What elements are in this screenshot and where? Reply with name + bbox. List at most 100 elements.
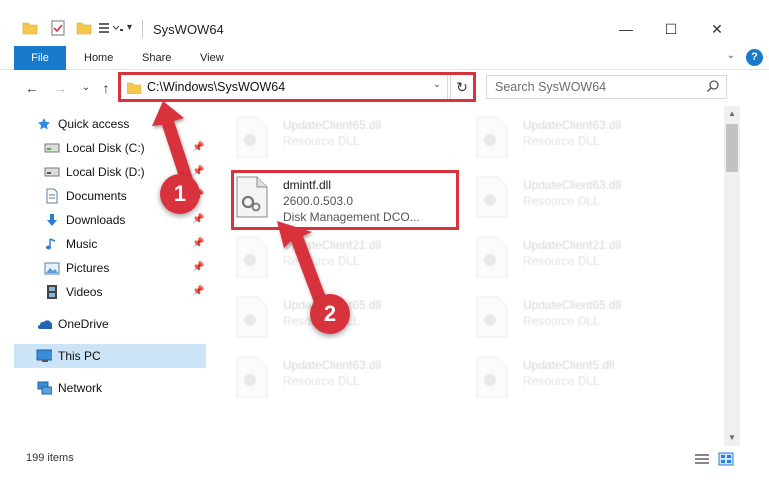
sidebar-item-label: Network bbox=[58, 381, 103, 395]
sidebar-item-onedrive[interactable]: OneDrive bbox=[14, 312, 206, 336]
sidebar-item-label: Music bbox=[66, 237, 98, 251]
folder-icon[interactable] bbox=[22, 20, 38, 39]
music-icon bbox=[44, 236, 60, 252]
recent-locations-button[interactable]: ⌄ bbox=[76, 78, 96, 98]
help-button[interactable]: ? bbox=[746, 49, 763, 66]
file-highlight-box bbox=[231, 170, 459, 230]
dll-file-icon bbox=[235, 356, 269, 398]
drive-icon bbox=[44, 140, 60, 156]
scrollbar-thumb[interactable] bbox=[726, 124, 738, 172]
file-item[interactable]: UpdateClient21.dll Resource DLL bbox=[215, 228, 445, 286]
sidebar-item-this-pc[interactable]: This PC bbox=[14, 344, 206, 368]
back-button[interactable]: ← bbox=[22, 78, 42, 98]
download-icon bbox=[44, 212, 60, 228]
documents-icon bbox=[44, 188, 60, 204]
large-icons-view-icon[interactable] bbox=[718, 452, 734, 466]
window-title: SysWOW64 bbox=[153, 22, 224, 37]
sidebar-item-music[interactable]: Music 📌 bbox=[14, 232, 206, 256]
scroll-down-icon[interactable]: ▼ bbox=[724, 430, 740, 446]
sidebar-item-label: Documents bbox=[66, 189, 127, 203]
file-name: UpdateClient5.dll bbox=[523, 358, 615, 372]
ribbon: File Home Share View ⌄ ? bbox=[0, 46, 769, 70]
step-1-badge: 1 bbox=[160, 174, 200, 214]
maximize-button[interactable]: ☐ bbox=[648, 14, 694, 44]
pin-icon[interactable]: 📌 bbox=[192, 214, 204, 225]
pin-icon[interactable]: 📌 bbox=[192, 262, 204, 273]
item-count: 199 items bbox=[26, 452, 74, 464]
search-box[interactable]: Search SysWOW64 bbox=[486, 75, 727, 99]
sidebar-item-label: Downloads bbox=[66, 213, 126, 227]
file-item[interactable]: UpdateClient65.dll Resource DLL bbox=[215, 108, 445, 166]
sidebar-item-label: Pictures bbox=[66, 261, 110, 275]
sidebar-item-videos[interactable]: Videos 📌 bbox=[14, 280, 206, 304]
title-bar: ▾ SysWOW64 — ☐ ✕ bbox=[0, 0, 769, 46]
tab-file[interactable]: File bbox=[14, 46, 66, 70]
file-name: UpdateClient63.dll bbox=[523, 178, 622, 192]
expand-ribbon-icon[interactable]: ⌄ bbox=[727, 50, 735, 61]
dll-file-icon bbox=[235, 116, 269, 158]
sidebar-item-label: This PC bbox=[58, 349, 101, 363]
file-name: UpdateClient63.dll bbox=[523, 118, 622, 132]
file-item[interactable]: UpdateClient5.dll Resource DLL bbox=[455, 348, 685, 406]
sidebar-item-label: Local Disk (C:) bbox=[66, 141, 145, 155]
search-input[interactable]: Search SysWOW64 bbox=[495, 80, 606, 94]
dll-file-icon bbox=[235, 296, 269, 338]
address-highlight-box bbox=[118, 72, 476, 102]
properties-icon[interactable] bbox=[50, 20, 66, 39]
file-item[interactable]: UpdateClient65.dll Resource DLL bbox=[455, 288, 685, 346]
file-name: UpdateClient21.dll bbox=[523, 238, 622, 252]
chevron-down-icon[interactable]: ▾ bbox=[127, 22, 132, 33]
drive-icon bbox=[44, 164, 60, 180]
minimize-button[interactable]: — bbox=[603, 14, 649, 44]
dll-file-icon bbox=[475, 356, 509, 398]
tab-home[interactable]: Home bbox=[84, 46, 113, 70]
file-name: UpdateClient65.dll bbox=[523, 298, 622, 312]
sidebar-item-quick-access[interactable]: Quick access bbox=[14, 112, 206, 136]
file-item[interactable]: UpdateClient63.dll Resource DLL bbox=[455, 108, 685, 166]
pin-icon[interactable]: 📌 bbox=[192, 286, 204, 297]
file-type: Resource DLL bbox=[283, 254, 360, 268]
sidebar-item-local-disk-c[interactable]: Local Disk (C:) 📌 bbox=[14, 136, 206, 160]
star-icon bbox=[36, 116, 52, 132]
new-folder-icon[interactable] bbox=[76, 20, 92, 39]
file-item[interactable]: UpdateClient63.dll Resource DLL bbox=[215, 348, 445, 406]
pin-icon[interactable]: 📌 bbox=[192, 238, 204, 249]
file-type: Resource DLL bbox=[523, 134, 600, 148]
file-item[interactable]: UpdateClient21.dll Resource DLL bbox=[455, 228, 685, 286]
pin-icon[interactable]: 📌 bbox=[192, 142, 204, 153]
videos-icon bbox=[44, 284, 60, 300]
file-type: Resource DLL bbox=[523, 194, 600, 208]
pictures-icon bbox=[44, 260, 60, 276]
dll-file-icon bbox=[475, 296, 509, 338]
file-type: Resource DLL bbox=[523, 314, 600, 328]
dll-file-icon bbox=[475, 176, 509, 218]
tab-share[interactable]: Share bbox=[142, 46, 171, 70]
sidebar-item-label: Videos bbox=[66, 285, 103, 299]
cloud-icon bbox=[36, 316, 52, 332]
file-type: Resource DLL bbox=[523, 254, 600, 268]
scroll-up-icon[interactable]: ▲ bbox=[724, 106, 740, 122]
up-button[interactable]: ↑ bbox=[96, 78, 116, 98]
file-item[interactable]: UpdateClient63.dll Resource DLL bbox=[455, 168, 685, 226]
title-separator bbox=[142, 20, 143, 38]
customize-toolbar-icon[interactable] bbox=[98, 20, 124, 39]
forward-button[interactable]: → bbox=[50, 78, 70, 98]
dll-file-icon bbox=[235, 236, 269, 278]
pin-icon[interactable]: 📌 bbox=[192, 166, 204, 177]
computer-icon bbox=[36, 348, 52, 364]
close-button[interactable]: ✕ bbox=[694, 14, 740, 44]
file-type: Resource DLL bbox=[283, 374, 360, 388]
sidebar-item-label: Quick access bbox=[58, 117, 130, 131]
file-name: UpdateClient65.dll bbox=[283, 118, 382, 132]
file-type: Resource DLL bbox=[283, 134, 360, 148]
dll-file-icon bbox=[475, 116, 509, 158]
sidebar-item-network[interactable]: Network bbox=[14, 376, 206, 400]
network-icon bbox=[36, 380, 52, 396]
step-2-badge: 2 bbox=[310, 294, 350, 334]
dll-file-icon bbox=[475, 236, 509, 278]
sidebar-item-pictures[interactable]: Pictures 📌 bbox=[14, 256, 206, 280]
file-name: UpdateClient21.dll bbox=[283, 238, 382, 252]
details-view-icon[interactable] bbox=[694, 452, 710, 466]
tab-view[interactable]: View bbox=[200, 46, 224, 70]
search-icon bbox=[706, 79, 720, 96]
